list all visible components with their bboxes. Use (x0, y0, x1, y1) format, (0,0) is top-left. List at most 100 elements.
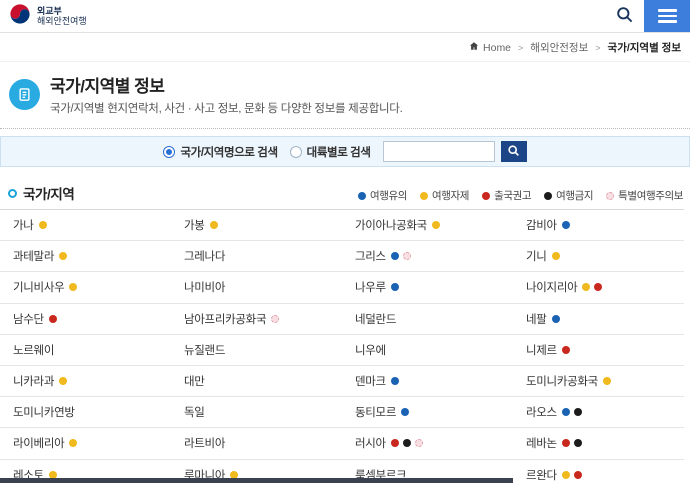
country-name: 가이아나공화국 (355, 220, 427, 233)
advisory-dot-yellow (420, 191, 429, 200)
country-item[interactable]: 동티모르 (342, 397, 513, 429)
country-item[interactable]: 도미니카연방 (0, 397, 171, 429)
advisory-dot-yellow (59, 377, 68, 386)
advisory-dot-red (482, 191, 491, 200)
country-name: 레바논 (526, 438, 557, 451)
country-item[interactable]: 뉴질랜드 (171, 335, 342, 366)
country-item[interactable]: 감비아 (513, 210, 684, 242)
country-item[interactable]: 네덜란드 (342, 304, 513, 335)
country-name: 덴마크 (355, 376, 386, 389)
advisory-dot-red (390, 439, 399, 448)
country-item[interactable]: 덴마크 (342, 366, 513, 398)
country-name: 기니비사우 (13, 282, 65, 295)
advisory-dot-yellow (582, 283, 591, 292)
country-grid: 가나 가봉 가이아나공화국 감비아과테말라 그레나다 그리스 기니기니비사우 나미비아 나우루 나… (0, 209, 684, 483)
country-name: 니제르 (526, 344, 557, 357)
breadcrumb-separator: > (595, 42, 601, 53)
search-input[interactable] (382, 141, 495, 162)
logo-line2: 해외안전여행 (37, 16, 87, 26)
logo-line1: 외교부 (37, 5, 62, 16)
advisory-dot-yellow (69, 283, 78, 292)
header-search-button[interactable] (604, 0, 644, 32)
country-item[interactable]: 기니비사우 (0, 272, 171, 304)
country-item[interactable]: 르완다 (513, 460, 684, 483)
country-item[interactable]: 가이아나공화국 (342, 210, 513, 242)
country-item[interactable]: 그리스 (342, 241, 513, 273)
country-item[interactable]: 남수단 (0, 304, 171, 335)
country-name: 니카라과 (13, 376, 55, 389)
search-icon (615, 5, 634, 27)
advisory-dot-blue (357, 191, 366, 200)
advisory-dot-special (402, 252, 411, 261)
country-item[interactable]: 가봉 (171, 210, 342, 242)
home-icon (469, 41, 479, 54)
country-item[interactable]: 나이지리아 (513, 272, 684, 304)
radio-button-unchecked[interactable] (289, 145, 302, 158)
country-item[interactable]: 노르웨이 (0, 335, 171, 366)
breadcrumb: Home > 해외안전정보 > 국가/지역별 정보 (0, 33, 690, 62)
country-name: 라이베리아 (13, 438, 65, 451)
country-item[interactable]: 가나 (0, 210, 171, 242)
country-item[interactable]: 니카라과 (0, 366, 171, 398)
section-head: 국가/지역 여행유의 여행자제 출국권고 여행금지 특별여행주의보 (0, 167, 690, 209)
breadcrumb-item-current: 국가/지역별 정보 (607, 42, 681, 54)
advisory-dot-black (573, 439, 582, 448)
legend-item-red: 출국권고 (482, 188, 532, 203)
country-name: 그리스 (355, 251, 386, 264)
country-item[interactable]: 네팔 (513, 304, 684, 335)
country-name: 동티모르 (355, 407, 397, 420)
country-name: 나우루 (355, 282, 386, 295)
country-name: 니우에 (355, 344, 386, 357)
advisory-dot-blue (401, 408, 410, 417)
country-item[interactable]: 러시아 (342, 428, 513, 460)
site-logo[interactable]: 외교부 해외안전여행 (0, 0, 87, 32)
page: 외교부 해외안전여행 Home > 해외안전정보 > 국가/지역별 정보 국가/… (0, 0, 690, 483)
country-item[interactable]: 나우루 (342, 272, 513, 304)
country-name: 라오스 (526, 407, 557, 420)
search-icon (507, 144, 520, 160)
advisory-dot-yellow (431, 221, 440, 230)
country-item[interactable]: 니제르 (513, 335, 684, 366)
advisory-dot-red (561, 345, 570, 354)
advisory-dot-black (573, 408, 582, 417)
breadcrumb-home[interactable]: Home (469, 41, 511, 54)
country-item[interactable]: 도미니카공화국 (513, 366, 684, 398)
menu-button[interactable] (644, 0, 690, 32)
country-item[interactable]: 레바논 (513, 428, 684, 460)
page-title: 국가/지역별 정보 (50, 77, 165, 96)
country-name: 감비아 (526, 220, 557, 233)
radio-button-checked[interactable] (163, 145, 176, 158)
country-item[interactable]: 대만 (171, 366, 342, 398)
country-name: 가나 (13, 220, 34, 233)
country-item[interactable]: 라이베리아 (0, 428, 171, 460)
advisory-dot-blue (561, 408, 570, 417)
country-item[interactable]: 나미비아 (171, 272, 342, 304)
advisory-dot-red (48, 314, 57, 323)
country-item[interactable]: 기니 (513, 241, 684, 273)
country-item[interactable]: 독일 (171, 397, 342, 429)
radio-search-by-continent[interactable]: 대륙별로 검색 (289, 144, 371, 160)
country-item[interactable]: 과테말라 (0, 241, 171, 273)
country-item[interactable]: 그레나다 (171, 241, 342, 273)
country-name: 그레나다 (184, 251, 226, 264)
advisory-dot-blue (561, 221, 570, 230)
breadcrumb-separator: > (518, 42, 524, 53)
advisory-dot-special (271, 314, 280, 323)
search-submit-button[interactable] (500, 141, 527, 162)
radio-search-by-country[interactable]: 국가/지역명으로 검색 (163, 144, 278, 160)
country-name: 도미니카공화국 (526, 376, 598, 389)
advisory-dot-yellow (561, 470, 570, 479)
breadcrumb-item-overseas-safety[interactable]: 해외안전정보 (530, 40, 588, 55)
country-item[interactable]: 라트비아 (171, 428, 342, 460)
country-item[interactable]: 라오스 (513, 397, 684, 429)
country-item[interactable]: 남아프리카공화국 (171, 304, 342, 335)
legend: 여행유의 여행자제 출국권고 여행금지 특별여행주의보 (357, 188, 683, 203)
country-name: 대만 (184, 376, 205, 389)
country-name: 네덜란드 (355, 313, 397, 326)
country-name: 나이지리아 (526, 282, 578, 295)
search-band: 국가/지역명으로 검색 대륙별로 검색 (0, 136, 690, 167)
advisory-dot-blue (390, 283, 399, 292)
footer-top-edge (0, 478, 513, 483)
country-name: 남아프리카공화국 (184, 313, 267, 326)
country-item[interactable]: 니우에 (342, 335, 513, 366)
